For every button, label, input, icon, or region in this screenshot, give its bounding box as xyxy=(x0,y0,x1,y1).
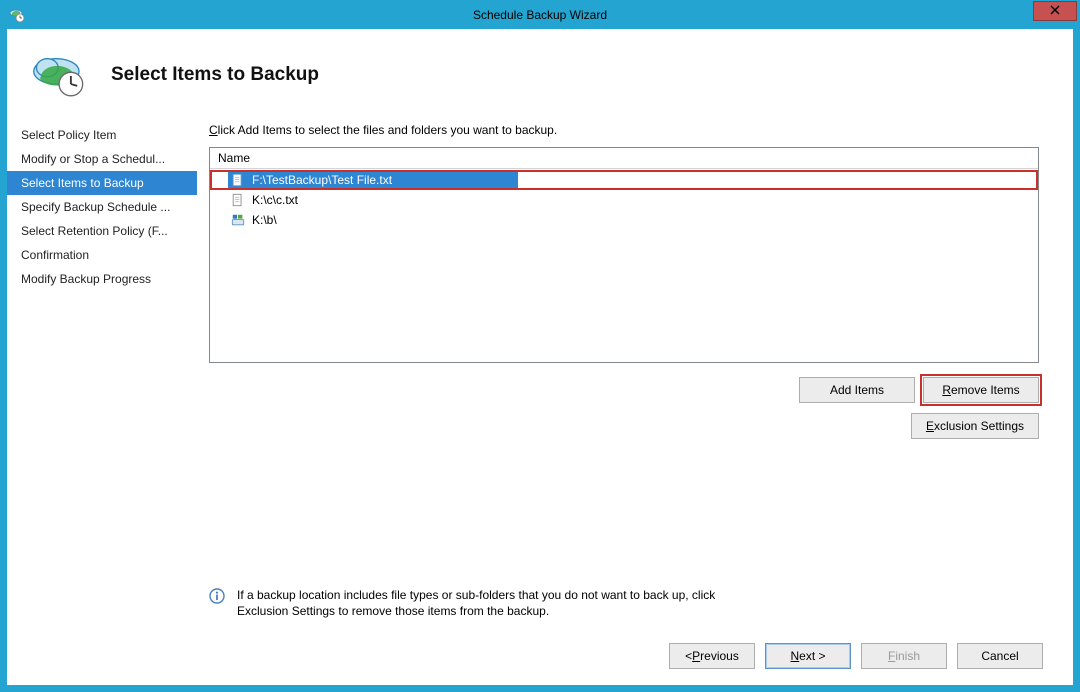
prev-rest: revious xyxy=(700,649,739,663)
list-body: F:\TestBackup\Test File.txt K:\c\c.txt xyxy=(210,169,1038,362)
exclusion-settings-button[interactable]: Exclusion Settings xyxy=(911,413,1039,439)
exclusion-row: Exclusion Settings xyxy=(209,413,1039,439)
window-frame: Schedule Backup Wizard xyxy=(0,0,1080,692)
list-item-path: K:\c\c.txt xyxy=(252,193,298,207)
sidebar-item-specify-schedule[interactable]: Specify Backup Schedule ... xyxy=(7,195,197,219)
list-item-path: F:\TestBackup\Test File.txt xyxy=(252,173,392,187)
info-text: If a backup location includes file types… xyxy=(237,587,757,619)
sidebar-item-modify-stop[interactable]: Modify or Stop a Schedul... xyxy=(7,147,197,171)
finish-button: Finish xyxy=(861,643,947,669)
exclusion-accel: E xyxy=(926,419,934,433)
cloud-backup-icon xyxy=(31,51,89,99)
prev-sym: < xyxy=(685,649,692,663)
drive-icon xyxy=(230,212,246,228)
remove-accel: R xyxy=(942,383,951,397)
cancel-button[interactable]: Cancel xyxy=(957,643,1043,669)
app-icon xyxy=(9,7,25,23)
wizard-main: Click Add Items to select the files and … xyxy=(197,117,1073,633)
instruction-text: Click Add Items to select the files and … xyxy=(209,123,1039,137)
window-inner: Select Items to Backup Select Policy Ite… xyxy=(1,29,1079,691)
list-item[interactable]: K:\b\ xyxy=(210,210,1038,230)
wizard-body: Select Policy Item Modify or Stop a Sche… xyxy=(7,117,1073,633)
prev-accel: P xyxy=(692,649,700,663)
file-icon xyxy=(230,192,246,208)
info-icon xyxy=(209,588,225,604)
item-buttons-row: Add Items Remove Items xyxy=(209,377,1039,403)
instruction-rest: lick Add Items to select the files and f… xyxy=(218,123,558,137)
sidebar-item-retention-policy[interactable]: Select Retention Policy (F... xyxy=(7,219,197,243)
wizard-header: Select Items to Backup xyxy=(7,29,1073,117)
page-title: Select Items to Backup xyxy=(111,64,319,86)
close-button[interactable] xyxy=(1033,1,1077,21)
sidebar-item-modify-progress[interactable]: Modify Backup Progress xyxy=(7,267,197,291)
remove-rest: emove Items xyxy=(951,383,1020,397)
remove-items-button[interactable]: Remove Items xyxy=(923,377,1039,403)
instruction-accel: C xyxy=(209,123,218,137)
next-button[interactable]: Next > xyxy=(765,643,851,669)
list-item[interactable]: F:\TestBackup\Test File.txt xyxy=(210,170,1038,190)
wizard-sidebar: Select Policy Item Modify or Stop a Sche… xyxy=(7,117,197,633)
wizard-footer: < Previous Next > Finish Cancel xyxy=(7,633,1073,685)
info-strip: If a backup location includes file types… xyxy=(209,575,1039,633)
sidebar-item-select-policy[interactable]: Select Policy Item xyxy=(7,123,197,147)
previous-button[interactable]: < Previous xyxy=(669,643,755,669)
list-item-path: K:\b\ xyxy=(252,213,277,227)
list-column-name[interactable]: Name xyxy=(210,148,1038,169)
window-title: Schedule Backup Wizard xyxy=(1,8,1079,22)
finish-rest: inish xyxy=(895,649,920,663)
titlebar: Schedule Backup Wizard xyxy=(1,1,1079,29)
file-icon xyxy=(230,172,246,188)
items-listview[interactable]: Name F:\TestBackup\Test File.txt xyxy=(209,147,1039,363)
add-items-button[interactable]: Add Items xyxy=(799,377,915,403)
list-item[interactable]: K:\c\c.txt xyxy=(210,190,1038,210)
next-rest: ext > xyxy=(799,649,825,663)
close-icon xyxy=(1050,4,1060,18)
sidebar-item-select-items[interactable]: Select Items to Backup xyxy=(7,171,197,195)
finish-accel: F xyxy=(888,649,895,663)
sidebar-item-confirmation[interactable]: Confirmation xyxy=(7,243,197,267)
exclusion-rest: xclusion Settings xyxy=(934,419,1024,433)
next-accel: N xyxy=(790,649,799,663)
